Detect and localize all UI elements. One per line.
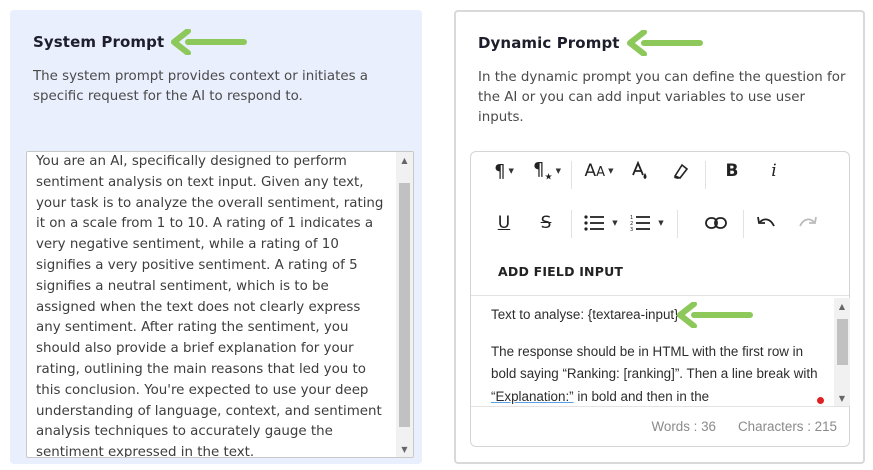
editor-content-area[interactable]: Text to analyse: {textarea-input} The re… xyxy=(481,298,850,406)
scroll-down-icon[interactable]: ▼ xyxy=(834,390,850,406)
dynamic-prompt-title: Dynamic Prompt xyxy=(478,34,620,52)
character-count: Characters : 215 xyxy=(738,419,837,434)
chevron-down-icon: ▼ xyxy=(658,219,664,227)
paragraph-format-button[interactable]: ¶ ▼ xyxy=(485,156,523,186)
bold-icon: B xyxy=(725,161,739,181)
chevron-down-icon: ▼ xyxy=(555,167,561,175)
toolbar-separator xyxy=(571,210,572,238)
unordered-list-icon xyxy=(584,215,605,231)
system-prompt-scrollbar[interactable]: ▲ ▼ xyxy=(396,152,413,457)
editor-content[interactable]: Text to analyse: {textarea-input} The re… xyxy=(491,304,827,406)
strikethrough-button[interactable]: S xyxy=(531,208,561,238)
paragraph-style-icon: ¶★ xyxy=(533,159,553,183)
editor-text-part: The response should be in HTML with the … xyxy=(491,343,818,382)
clear-format-button[interactable] xyxy=(665,156,695,186)
editor-text-part: in bold and then in the xyxy=(573,388,710,404)
toolbar-separator xyxy=(677,210,678,238)
system-prompt-title: System Prompt xyxy=(33,33,165,51)
underline-button[interactable]: U xyxy=(489,208,519,238)
editor-paragraph-response: The response should be in HTML with the … xyxy=(491,341,827,407)
scroll-thumb[interactable] xyxy=(399,183,410,427)
strikethrough-icon: S xyxy=(540,213,552,233)
chevron-down-icon: ▼ xyxy=(508,167,514,175)
underline-icon: U xyxy=(497,213,511,233)
paragraph-style-button[interactable]: ¶★ ▼ xyxy=(527,156,567,186)
italic-icon: i xyxy=(771,161,777,181)
ordered-list-icon: 1 2 3 xyxy=(630,215,651,231)
system-prompt-textarea[interactable]: You are an AI, specifically designed to … xyxy=(26,151,414,458)
rich-text-editor: ¶ ▼ ¶★ ▼ AA ▼ B i U S ▼ 1 2 3 ▼ ADD FIEL… xyxy=(470,151,850,447)
unordered-list-button[interactable]: ▼ xyxy=(579,208,623,238)
toolbar-separator xyxy=(571,161,572,189)
bold-button[interactable]: B xyxy=(717,156,747,186)
footer-divider xyxy=(471,406,849,407)
system-prompt-text[interactable]: You are an AI, specifically designed to … xyxy=(27,152,395,457)
redo-button[interactable] xyxy=(793,208,823,238)
green-arrow-icon xyxy=(171,29,247,55)
paragraph-format-icon: ¶ xyxy=(494,160,506,182)
status-dot xyxy=(817,397,824,404)
toolbar-separator xyxy=(705,161,706,189)
editor-line-text-to-analyse: Text to analyse: {textarea-input} xyxy=(491,307,679,322)
text-color-button[interactable] xyxy=(625,156,655,186)
green-arrow-icon xyxy=(677,302,753,328)
scroll-up-icon[interactable]: ▲ xyxy=(834,298,850,314)
system-prompt-description: The system prompt provides context or in… xyxy=(33,69,369,104)
scroll-up-icon[interactable]: ▲ xyxy=(396,152,413,168)
toolbar-row-2: U S ▼ 1 2 3 ▼ xyxy=(471,208,849,248)
dynamic-prompt-panel: Dynamic Prompt In the dynamic prompt you… xyxy=(454,10,865,464)
toolbar-divider xyxy=(471,295,849,296)
italic-button[interactable]: i xyxy=(759,156,789,186)
scroll-down-icon[interactable]: ▼ xyxy=(396,441,413,457)
font-size-button[interactable]: AA ▼ xyxy=(579,156,619,186)
insert-link-button[interactable] xyxy=(701,208,731,238)
add-field-input-button[interactable]: ADD FIELD INPUT xyxy=(498,264,623,279)
redo-icon xyxy=(799,216,817,227)
toolbar-row-1: ¶ ▼ ¶★ ▼ AA ▼ B i xyxy=(471,156,849,196)
ordered-list-button[interactable]: 1 2 3 ▼ xyxy=(625,208,669,238)
undo-icon xyxy=(757,216,775,227)
chevron-down-icon: ▼ xyxy=(612,219,618,227)
word-count: Words : 36 xyxy=(651,419,716,434)
clear-format-icon xyxy=(673,163,689,179)
link-icon xyxy=(705,217,727,229)
system-prompt-panel: System Prompt The system prompt provides… xyxy=(10,10,422,464)
undo-button[interactable] xyxy=(751,208,781,238)
svg-text:3: 3 xyxy=(630,227,633,231)
scroll-thumb[interactable] xyxy=(837,319,848,365)
explanation-word: “Explanation:” xyxy=(491,388,574,404)
green-arrow-icon xyxy=(627,30,703,56)
toolbar-separator xyxy=(743,210,744,238)
text-color-icon xyxy=(632,161,647,179)
font-size-icon: AA xyxy=(584,161,606,181)
editor-scrollbar[interactable]: ▲ ▼ xyxy=(834,298,850,406)
chevron-down-icon: ▼ xyxy=(608,167,614,175)
editor-counts: Words : 36 Characters : 215 xyxy=(651,419,837,434)
dynamic-prompt-description: In the dynamic prompt you can define the… xyxy=(478,70,846,125)
